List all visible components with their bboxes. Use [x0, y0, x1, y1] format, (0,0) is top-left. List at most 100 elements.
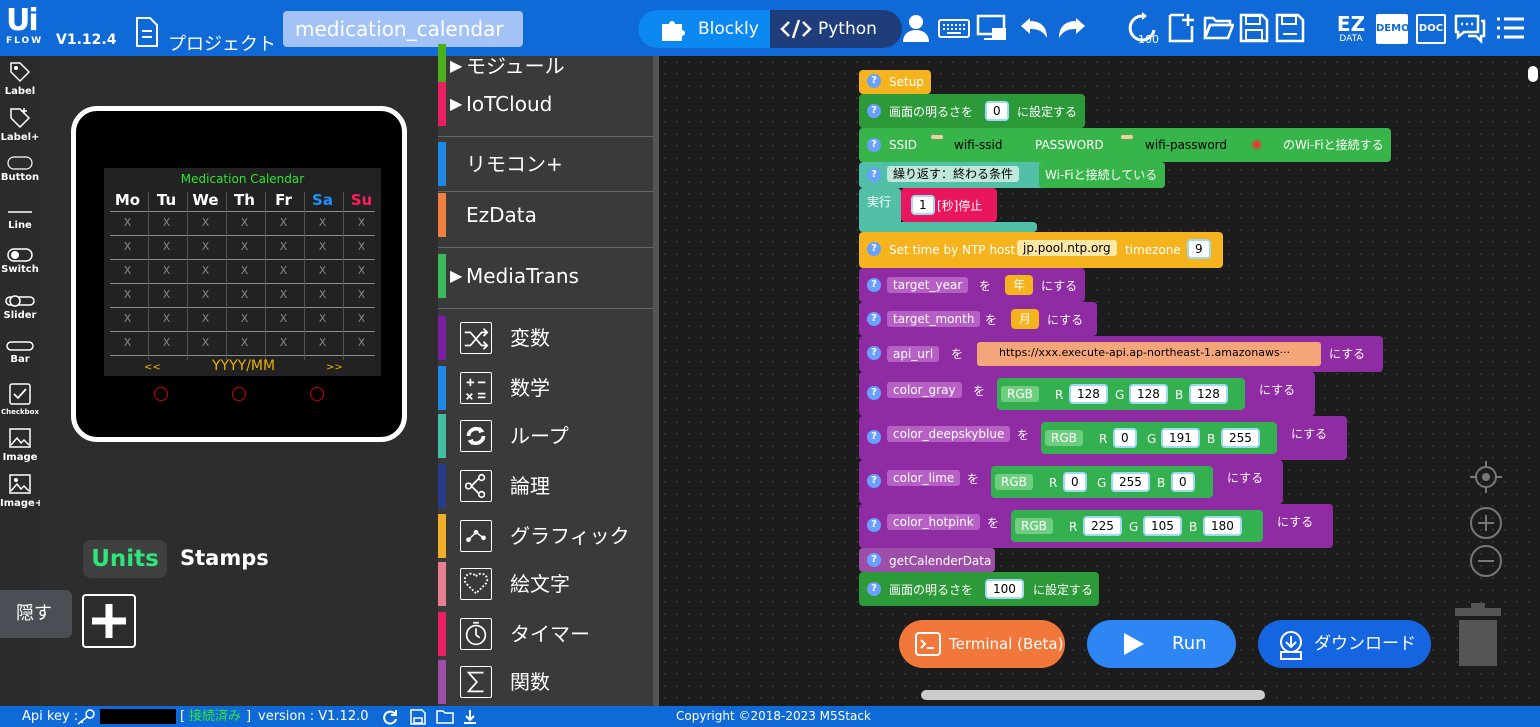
- widget-button[interactable]: Button: [0, 156, 40, 183]
- category-item[interactable]: 関数: [438, 660, 653, 704]
- device-button-b[interactable]: [232, 387, 246, 401]
- set-variable-block[interactable]: ? target_year を年にする: [859, 268, 1085, 302]
- r-value[interactable]: 225: [1083, 516, 1122, 536]
- help-icon[interactable]: ?: [867, 278, 881, 292]
- ezdata-icon[interactable]: EZ DATA: [1334, 14, 1368, 44]
- help-icon[interactable]: ?: [867, 242, 881, 256]
- help-icon[interactable]: ?: [867, 168, 881, 182]
- g-value[interactable]: 105: [1143, 516, 1182, 536]
- category-item[interactable]: 絵文字: [438, 562, 653, 606]
- brightness-value[interactable]: 0: [985, 101, 1009, 121]
- mode-toggle[interactable]: Blockly Python: [638, 10, 902, 48]
- b-value[interactable]: 180: [1203, 516, 1242, 536]
- help-icon[interactable]: ?: [867, 386, 881, 400]
- r-value[interactable]: 128: [1069, 384, 1108, 404]
- demo-icon[interactable]: DEMO: [1376, 14, 1410, 44]
- workspace-horizontal-scrollbar[interactable]: [921, 690, 1265, 700]
- brightness-block[interactable]: ? 画面の明るさを 0 に設定する: [859, 94, 1085, 128]
- color-variable-block[interactable]: ? color_gray を RGB R 128 G 128 B 128 にする: [859, 372, 1315, 416]
- widget-image[interactable]: Image: [0, 426, 40, 463]
- rgb-block[interactable]: RGB R 0 G 191 B 255: [1041, 422, 1277, 454]
- help-icon[interactable]: ?: [867, 474, 881, 488]
- category-item[interactable]: グラフィック: [438, 514, 653, 558]
- add-unit-button[interactable]: [82, 594, 136, 648]
- color-variable-dropdown[interactable]: color_hotpink: [887, 514, 980, 530]
- device-button-c[interactable]: [310, 387, 324, 401]
- help-icon[interactable]: ?: [867, 104, 881, 118]
- rgb-mode-dropdown[interactable]: RGB: [1015, 518, 1053, 534]
- color-variable-dropdown[interactable]: color_gray: [887, 382, 962, 398]
- calendar-prev-button[interactable]: <<: [144, 362, 161, 373]
- color-variable-block[interactable]: ? color_hotpink を RGB R 225 G 105 B 180 にする: [859, 504, 1333, 548]
- terminal-button[interactable]: Terminal (Beta): [899, 620, 1065, 668]
- r-value[interactable]: 0: [1063, 472, 1087, 492]
- api-url-dropdown[interactable]: api_url: [887, 346, 940, 362]
- b-value[interactable]: 0: [1171, 472, 1195, 492]
- document-icon[interactable]: [134, 17, 160, 47]
- widget-bar[interactable]: Bar: [0, 340, 40, 365]
- help-icon[interactable]: ?: [867, 430, 881, 444]
- widget-switch[interactable]: Switch: [0, 248, 40, 275]
- widget-image-plus[interactable]: Image+: [0, 472, 43, 509]
- menu-icon[interactable]: [1494, 12, 1526, 44]
- blockly-workspace[interactable]: ? Setup? 画面の明るさを 0 に設定する? SSID wifi-ssid PASSWO…: [659, 56, 1540, 706]
- project-name-input[interactable]: medication_calendar: [283, 11, 523, 47]
- download-button[interactable]: ダウンロード: [1258, 620, 1431, 668]
- reset-100-icon[interactable]: 100: [1124, 12, 1162, 44]
- ssid-value-field[interactable]: [931, 135, 943, 139]
- brightness-value[interactable]: 100: [985, 579, 1024, 599]
- function-call-block[interactable]: ? getCalenderData: [859, 548, 995, 572]
- color-variable-block[interactable]: ? color_deepskyblue を RGB R 0 G 191 B 255 にする: [859, 416, 1347, 460]
- workspace-vertical-scrollbar[interactable]: [1528, 66, 1538, 82]
- help-icon[interactable]: ?: [867, 74, 881, 88]
- calendar-next-button[interactable]: >>: [326, 362, 343, 373]
- zoom-in-icon[interactable]: [1469, 506, 1503, 540]
- undo-icon[interactable]: [1018, 12, 1050, 44]
- wifi-connected-block[interactable]: Wi-Fiと接続している: [1039, 162, 1165, 188]
- units-tab[interactable]: Units: [83, 540, 167, 578]
- color-variable-dropdown[interactable]: color_deepskyblue: [887, 426, 1011, 442]
- save-icon[interactable]: [1238, 12, 1270, 44]
- category-item[interactable]: 変数: [438, 316, 653, 360]
- help-icon[interactable]: ?: [867, 553, 881, 567]
- eye-icon[interactable]: ◉: [1251, 138, 1262, 151]
- g-value[interactable]: 191: [1161, 428, 1200, 448]
- color-variable-dropdown[interactable]: color_lime: [887, 470, 961, 486]
- help-icon[interactable]: ?: [867, 518, 881, 532]
- category-item[interactable]: EzData: [438, 193, 653, 237]
- category-item[interactable]: 論理: [438, 464, 653, 508]
- widget-line[interactable]: Line: [0, 206, 40, 231]
- variable-dropdown[interactable]: target_year: [887, 277, 969, 293]
- rgb-mode-dropdown[interactable]: RGB: [1001, 386, 1039, 402]
- download-small-icon[interactable]: [462, 709, 478, 725]
- blockly-tab[interactable]: Blockly: [638, 10, 770, 48]
- help-icon[interactable]: ?: [867, 346, 881, 360]
- r-value[interactable]: 0: [1113, 428, 1137, 448]
- category-item[interactable]: タイマー: [438, 612, 653, 656]
- run-button[interactable]: Run: [1087, 620, 1236, 668]
- rgb-mode-dropdown[interactable]: RGB: [1045, 430, 1083, 446]
- device-button-a[interactable]: [154, 387, 168, 401]
- date-value[interactable]: 月: [1011, 309, 1040, 329]
- g-value[interactable]: 128: [1129, 384, 1168, 404]
- wait-block[interactable]: 1 [秒]停止: [901, 188, 997, 222]
- widget-checkbox[interactable]: Checkbox: [0, 382, 40, 416]
- open-folder-icon[interactable]: [1202, 12, 1234, 44]
- category-item[interactable]: ループ: [438, 414, 653, 458]
- widget-label[interactable]: Label: [0, 60, 40, 97]
- redo-icon[interactable]: [1056, 12, 1088, 44]
- folder-small-icon[interactable]: [436, 709, 454, 725]
- setup-block[interactable]: ? Setup: [859, 70, 931, 94]
- color-variable-block[interactable]: ? color_lime を RGB R 0 G 255 B 0 にする: [859, 460, 1283, 504]
- doc-icon[interactable]: DOC: [1416, 14, 1446, 44]
- variable-dropdown[interactable]: target_month: [887, 311, 981, 327]
- ntp-block[interactable]: ? Set time by NTP host jp.pool.ntp.org time…: [859, 232, 1223, 268]
- set-variable-block[interactable]: ? target_month を月にする: [859, 302, 1097, 336]
- recenter-icon[interactable]: [1469, 460, 1503, 494]
- timezone-value[interactable]: 9: [1187, 239, 1211, 259]
- category-item[interactable]: ▶ MediaTrans: [438, 254, 653, 298]
- new-file-icon[interactable]: [1166, 12, 1198, 44]
- b-value[interactable]: 255: [1221, 428, 1260, 448]
- rgb-block[interactable]: RGB R 0 G 255 B 0: [991, 466, 1213, 498]
- user-icon[interactable]: [900, 12, 932, 44]
